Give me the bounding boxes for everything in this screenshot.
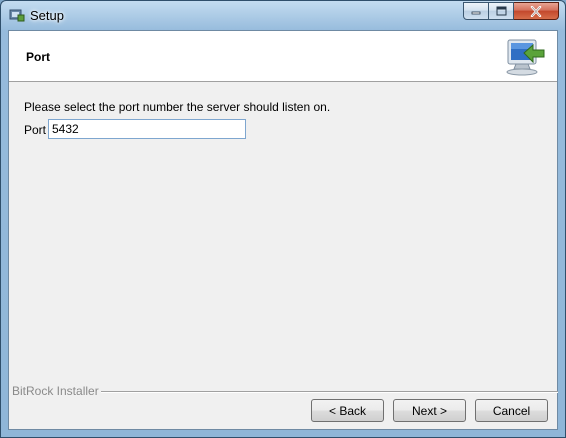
dialog-client-area: Port Please select the port number the s… <box>8 30 558 430</box>
computer-arrow-icon <box>506 39 545 76</box>
port-label: Port <box>24 123 47 137</box>
page-header: Port <box>9 31 557 82</box>
minimize-icon <box>471 11 481 15</box>
setup-app-icon <box>9 9 25 22</box>
maximize-button[interactable] <box>489 2 514 20</box>
window-title: Setup <box>30 8 64 23</box>
page-title: Port <box>26 50 50 64</box>
footer-divider <box>93 391 558 393</box>
next-button[interactable]: Next > <box>393 399 466 422</box>
instruction-text: Please select the port number the server… <box>24 100 331 114</box>
minimize-button[interactable] <box>463 2 489 20</box>
maximize-icon <box>496 6 506 16</box>
close-icon <box>530 5 542 17</box>
caption-buttons <box>463 2 559 20</box>
title-bar[interactable]: Setup <box>1 1 565 30</box>
port-input[interactable]: 5432 <box>48 119 246 139</box>
close-button[interactable] <box>514 2 559 20</box>
cancel-button[interactable]: Cancel <box>475 399 548 422</box>
back-button[interactable]: < Back <box>311 399 384 422</box>
setup-window: Setup Port Please select the port number… <box>0 0 566 438</box>
installer-brand: BitRock Installer <box>12 384 101 398</box>
